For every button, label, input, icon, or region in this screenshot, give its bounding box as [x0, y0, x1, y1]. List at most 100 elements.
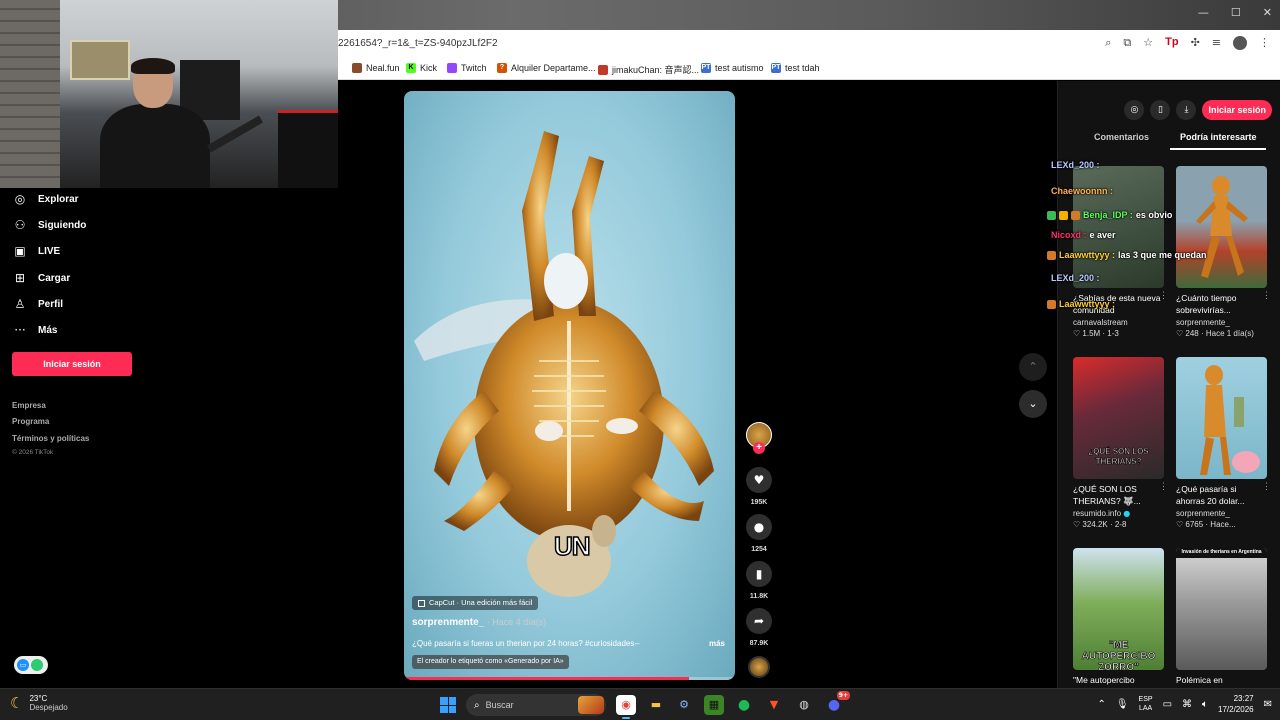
bookmark-item[interactable]: Twitch — [447, 63, 487, 73]
sidebar-item-explorar[interactable]: ◎ Explorar — [12, 192, 79, 206]
weather-widget[interactable]: ☾ 23°C Despejado — [10, 694, 68, 712]
video-player[interactable]: UN CapCut · Una edición más fácil sorpre… — [404, 91, 735, 680]
music-disc[interactable] — [748, 656, 770, 678]
sidebar-login-button[interactable]: Iniciar sesión — [12, 352, 132, 376]
panel-login-button[interactable]: Iniciar sesión — [1202, 100, 1272, 120]
card-thumbnail[interactable] — [1176, 357, 1267, 479]
tab-comentarios[interactable]: Comentarios — [1094, 132, 1149, 142]
browser-menu-icon[interactable]: ⋮ — [1259, 36, 1270, 50]
tab-podria-interesarte[interactable]: Podría interesarte — [1180, 132, 1257, 142]
compass-icon[interactable]: ◎ — [1124, 100, 1145, 120]
microphone-icon[interactable]: 🎙︎ — [1116, 699, 1129, 710]
bookmark-item[interactable]: Neal.fun — [352, 63, 400, 73]
card-thumbnail[interactable]: Invasión de therians en Argentina — [1176, 548, 1267, 670]
sidebar-item-live[interactable]: ▣ LIVE — [12, 244, 60, 258]
webcam-overlay — [0, 0, 338, 188]
verified-icon: ● — [1123, 509, 1131, 518]
profile-avatar[interactable] — [1233, 36, 1247, 50]
card-thumbnail[interactable]: ¿QUÉ SON LOS THERIANS? — [1073, 357, 1164, 479]
notifications-icon[interactable]: ✉ — [1264, 699, 1272, 710]
bookmark-star-icon[interactable]: ☆ — [1143, 36, 1153, 50]
recommended-card[interactable]: ⋮ ¿Qué pasaría si ahorras 20 dolar... so… — [1176, 357, 1271, 529]
volume-icon[interactable]: 🔈︎ — [1202, 699, 1208, 710]
extensions-icon[interactable]: ✣ — [1191, 36, 1200, 50]
bookmark-favicon — [352, 63, 362, 73]
video-progress-bar[interactable] — [404, 677, 735, 680]
card-menu-icon[interactable]: ⋮ — [1262, 290, 1271, 301]
recommended-card[interactable]: Invasión de therians en Argentina Polémi… — [1176, 548, 1267, 698]
clock[interactable]: 23:27 17/2/2026 — [1218, 693, 1254, 715]
card-menu-icon[interactable]: ⋮ — [1159, 290, 1168, 301]
sidebar-item-perfil[interactable]: ♙ Perfil — [12, 297, 63, 311]
more-icon: ··· — [14, 323, 26, 337]
card-thumbnail[interactable] — [1073, 166, 1164, 288]
chat-badge-icon — [1059, 210, 1068, 220]
language-indicator[interactable]: ESP LAA — [1139, 695, 1153, 713]
video-author[interactable]: sorprenmente_ · Hace 4 día(s) — [412, 617, 546, 628]
card-author[interactable]: resumido.info ● — [1073, 509, 1164, 518]
sidebar-item-cargar[interactable]: ⊞ Cargar — [12, 271, 70, 285]
active-tab-indicator — [1170, 148, 1266, 150]
bookmark-item[interactable]: jimakuChan: 音声認... — [598, 63, 699, 76]
upload-icon: ⊞ — [14, 271, 26, 285]
steam-icon[interactable]: ⚙ — [674, 695, 694, 715]
save-button[interactable]: ▮ — [746, 561, 772, 587]
prev-video-button[interactable]: ⌃ — [1019, 353, 1047, 381]
recommended-card[interactable]: "ME AUTOPERCIBO ZORRO" "Me autopercibo — [1073, 548, 1164, 698]
bookmark-item[interactable]: PT test autismo — [701, 63, 764, 73]
brave-icon[interactable]: ▼ — [764, 695, 784, 715]
card-menu-icon[interactable]: ⋮ — [1159, 481, 1168, 492]
bookmark-item[interactable]: PT test tdah — [771, 63, 820, 73]
chat-message: Laawwttyyy : — [1047, 299, 1118, 309]
card-thumbnail[interactable]: "ME AUTOPERCIBO ZORRO" — [1073, 548, 1164, 670]
card-author[interactable]: carnavalstream — [1073, 318, 1164, 327]
minecraft-icon[interactable]: ▦ — [704, 695, 724, 715]
close-icon[interactable]: ✕ — [1263, 6, 1272, 19]
network-icon[interactable]: ⌘ — [1182, 699, 1192, 710]
sidebar-item-siguiendo[interactable]: ⚇ Siguiendo — [12, 218, 87, 232]
sidebar-item-mas[interactable]: ··· Más — [12, 323, 57, 337]
follow-plus-icon[interactable]: + — [753, 442, 765, 454]
discord-icon[interactable]: ● 9+ — [824, 691, 850, 715]
share-button[interactable]: ➦ — [746, 608, 772, 634]
chat-username: Nicoxd : — [1051, 230, 1087, 240]
cast-icon[interactable]: ⧉ — [1123, 36, 1131, 50]
windows-start-icon[interactable] — [440, 697, 456, 713]
caption-more-button[interactable]: más — [709, 639, 725, 648]
device-icon[interactable]: ▯ — [1150, 100, 1171, 120]
chevron-up-icon[interactable]: ⌃ — [1097, 699, 1105, 710]
card-thumbnail[interactable] — [1176, 166, 1267, 288]
recommended-card[interactable]: ¿QUÉ SON LOS THERIANS? ⋮ ¿QUÉ SON LOS TH… — [1073, 357, 1168, 529]
reading-list-icon[interactable]: ≡ — [1212, 36, 1221, 50]
taskbar-search[interactable]: ⌕ Buscar — [466, 694, 606, 716]
footer-link-programa[interactable]: Programa — [12, 417, 49, 426]
obs-icon[interactable]: ◍ — [794, 695, 814, 715]
display-toggle[interactable]: ▭ — [14, 656, 48, 674]
minimize-icon[interactable]: — — [1198, 6, 1209, 19]
skeleton-runner-illustration — [1196, 176, 1248, 278]
next-video-button[interactable]: ⌄ — [1019, 390, 1047, 418]
like-button[interactable]: ♥ — [746, 467, 772, 493]
footer-link-terminos[interactable]: Términos y políticas — [12, 434, 89, 443]
download-icon[interactable]: ⤓ — [1176, 100, 1197, 120]
search-highlight-image — [578, 696, 604, 714]
bookmark-item[interactable]: ? Alquiler Departame... — [497, 63, 596, 73]
chrome-icon[interactable]: ◉ — [616, 695, 636, 719]
card-author[interactable]: sorprenmente_ — [1176, 509, 1267, 518]
bookmark-item[interactable]: K Kick — [406, 63, 437, 73]
card-author[interactable]: sorprenmente_ — [1176, 318, 1267, 327]
display-icon[interactable]: ▭ — [1163, 699, 1172, 710]
address-bar[interactable]: 2261654?_r=1&_t=ZS-940pzJLf2F2 — [338, 38, 498, 49]
capcut-tag[interactable]: CapCut · Una edición más fácil — [412, 596, 539, 610]
footer-link-empresa[interactable]: Empresa — [12, 401, 46, 410]
card-menu-icon[interactable]: ⋮ — [1262, 481, 1271, 492]
maximize-icon[interactable]: ☐ — [1231, 6, 1241, 19]
compass-icon: ◎ — [14, 192, 26, 206]
file-explorer-icon[interactable]: ▬ — [646, 695, 666, 715]
comment-button[interactable]: ● — [746, 514, 772, 540]
chat-username: Laawwttyyy : — [1059, 299, 1116, 309]
chat-username: Chaewoonnn : — [1051, 186, 1113, 196]
extension-tp-icon[interactable]: Tp — [1165, 36, 1178, 50]
zoom-icon[interactable]: ⌕ — [1105, 36, 1111, 50]
spotify-icon[interactable]: ● — [734, 695, 754, 715]
